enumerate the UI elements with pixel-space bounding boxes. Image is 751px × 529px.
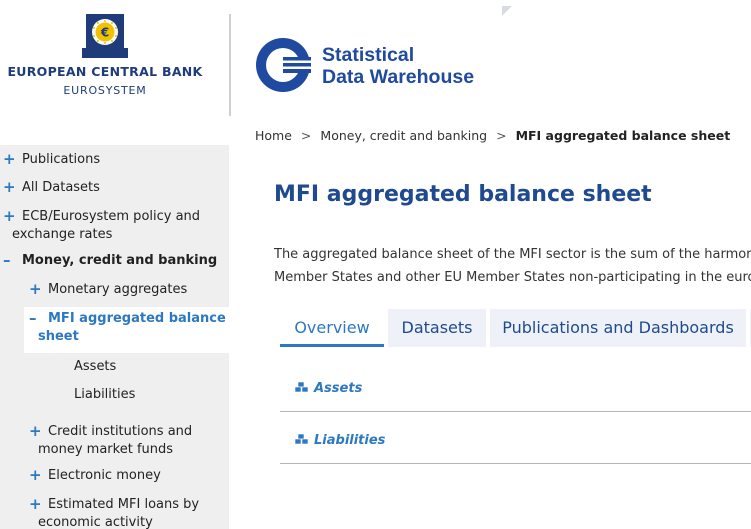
svg-text:€: € (100, 26, 109, 40)
tab-datasets[interactable]: Datasets (388, 309, 486, 347)
breadcrumb-separator: > (300, 128, 312, 143)
sidebar-item-label-line2: economic activity (38, 515, 153, 529)
page-title: MFI aggregated balance sheet (274, 182, 652, 207)
sidebar-item-electronic-money[interactable]: + Electronic money (0, 466, 229, 485)
ecb-logo[interactable]: € EUROPEAN CENTRAL BANK EUROSYSTEM (0, 14, 210, 110)
plus-icon: + (29, 495, 42, 513)
header-divider (229, 14, 231, 116)
plus-icon: + (29, 422, 42, 440)
sdw-title-line1: Statistical (322, 44, 415, 66)
sidebar-item-mfi-balance-sheet[interactable]: – MFI aggregated balance sheet (0, 309, 229, 346)
link-liabilities-label: Liabilities (314, 433, 386, 448)
breadcrumb-separator: > (496, 128, 507, 143)
site-header: € EUROPEAN CENTRAL BANK EUROSYSTEM Stati… (0, 0, 751, 145)
sidebar-item-all-datasets[interactable]: + All Datasets (0, 178, 229, 197)
ecb-name: EUROPEAN CENTRAL BANK (7, 64, 203, 79)
sidebar-item-credit-institutions[interactable]: + Credit institutions and money market f… (0, 422, 229, 459)
sdw-logo[interactable]: Statistical Data Warehouse (254, 36, 514, 96)
sidebar-item-label: ECB/Eurosystem policy and (22, 209, 201, 224)
divider-line (280, 411, 751, 412)
dataset-cubes-icon (294, 433, 309, 445)
sidebar-item-publications[interactable]: + Publications (0, 150, 229, 169)
breadcrumb-money-credit-banking[interactable]: Money, credit and banking (320, 128, 487, 143)
sidebar-item-label: All Datasets (22, 180, 100, 195)
corner-decoration (502, 6, 512, 16)
sidebar-item-estimated-mfi-loans[interactable]: + Estimated MFI loans by economic activi… (0, 495, 229, 529)
sidebar-item-label-line2: sheet (38, 329, 79, 344)
tab-overview[interactable]: Overview (280, 309, 384, 347)
tab-publications-dashboards[interactable]: Publications and Dashboards (490, 309, 746, 347)
sidebar-item-label: Assets (74, 359, 117, 374)
breadcrumb-home[interactable]: Home (255, 128, 292, 143)
sidebar-item-label: Publications (22, 152, 101, 167)
link-assets-label: Assets (314, 381, 363, 396)
ecb-subtitle: EUROSYSTEM (63, 84, 147, 97)
sidebar-item-money-credit-banking[interactable]: – Money, credit and banking (0, 251, 229, 270)
sdw-title-line2: Data Warehouse (322, 66, 475, 88)
sidebar-item-label-line2: exchange rates (12, 227, 113, 242)
sidebar-item-monetary-aggregates[interactable]: + Monetary aggregates (0, 280, 229, 299)
sidebar-nav: + Publications + All Datasets + ECB/Euro… (0, 145, 229, 529)
sdw-logo-icon (256, 38, 311, 92)
breadcrumb-current: MFI aggregated balance sheet (515, 128, 731, 143)
sidebar-item-assets[interactable]: Assets (0, 358, 229, 376)
sidebar-item-liabilities[interactable]: Liabilities (0, 386, 229, 404)
plus-icon: + (29, 280, 42, 298)
sidebar-item-ecb-policy[interactable]: + ECB/Eurosystem policy and exchange rat… (0, 207, 229, 244)
minus-icon: – (3, 251, 11, 269)
main-content: MFI aggregated balance sheet The aggrega… (229, 145, 751, 529)
sidebar-item-label: Liabilities (74, 387, 136, 402)
sidebar-item-label: Money, credit and banking (22, 253, 218, 268)
intro-line: Member States and other EU Member States… (274, 270, 751, 285)
minus-icon: – (29, 309, 37, 327)
sdw-title: Statistical Data Warehouse (322, 44, 474, 88)
plus-icon: + (3, 178, 16, 196)
link-liabilities[interactable]: Liabilities (294, 433, 385, 448)
plus-icon: + (3, 150, 16, 168)
link-assets[interactable]: Assets (294, 381, 362, 396)
ecb-emblem-icon: € (82, 14, 128, 58)
intro-text: The aggregated balance sheet of the MFI … (274, 243, 751, 289)
intro-line: The aggregated balance sheet of the MFI … (274, 247, 751, 262)
divider-line (280, 463, 751, 464)
breadcrumb: Home > Money, credit and banking > MFI aggre… (255, 128, 730, 143)
plus-icon: + (29, 466, 42, 484)
plus-icon: + (3, 207, 16, 225)
dataset-cubes-icon (294, 381, 309, 393)
sidebar-item-label-line2: money market funds (38, 442, 174, 457)
